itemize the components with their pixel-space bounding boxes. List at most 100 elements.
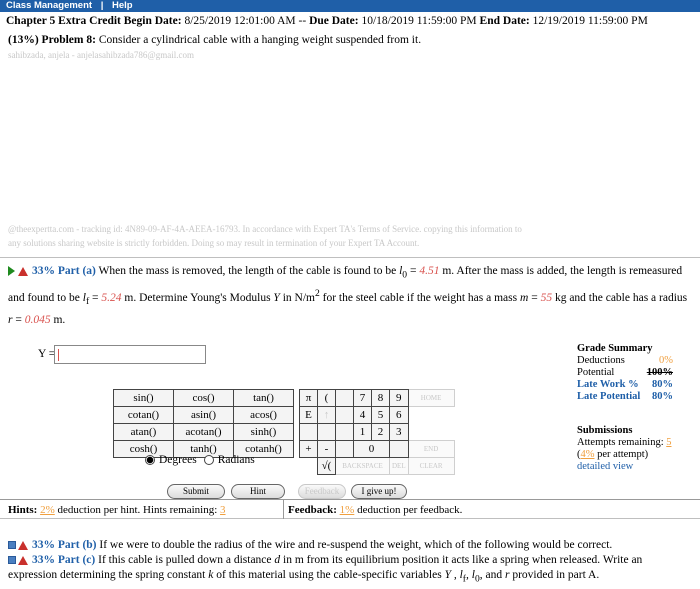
feedback-info: Feedback: 1% deduction per feedback. (288, 504, 462, 516)
top-menu-bar: Class Management | Help (0, 0, 700, 12)
key-5[interactable]: 5 (371, 406, 390, 424)
key-open-paren[interactable]: ( (317, 389, 336, 407)
grade-summary: Grade Summary Deductions 0% Potential 100%… (577, 343, 673, 473)
late-potential-label: Late Potential (577, 391, 641, 402)
answer-input[interactable] (54, 345, 206, 364)
key-pi[interactable]: π (299, 389, 318, 407)
key-3[interactable]: 3 (389, 423, 409, 441)
feedback-label: Feedback: (288, 504, 337, 516)
key-e[interactable]: E (299, 406, 318, 424)
l0-subscript: 0 (402, 269, 408, 281)
key-sin[interactable]: sin() (113, 389, 174, 407)
key-blank-6[interactable] (335, 440, 354, 458)
key-blank-5[interactable] (335, 423, 354, 441)
due-date: 10/18/2019 11:59:00 PM (361, 15, 477, 27)
key-blank-4[interactable] (317, 423, 336, 441)
key-1[interactable]: 1 (353, 423, 372, 441)
key-acotan[interactable]: acotan() (173, 423, 234, 441)
part-a-text-5: for the steel cable if the weight has a … (319, 292, 520, 305)
text-caret (58, 349, 59, 361)
warning-icon (18, 540, 28, 550)
hints-text: deduction per hint. Hints remaining: (54, 504, 221, 516)
key-sinh[interactable]: sinh() (233, 423, 294, 441)
part-a-text-7: m. (50, 314, 66, 327)
per-attempt-label: per attempt) (597, 449, 649, 460)
late-potential-value: 80% (652, 391, 673, 402)
key-end[interactable]: END (407, 440, 455, 458)
key-clear[interactable]: CLEAR (407, 457, 455, 475)
key-asin[interactable]: asin() (173, 406, 234, 424)
r-symbol: r (8, 314, 13, 327)
deductions-value: 0% (659, 355, 673, 366)
hints-remaining: 3 (220, 504, 226, 516)
part-c-row[interactable]: 33% Part (c) If this cable is pulled dow… (8, 553, 693, 586)
potential-value: 100% (646, 367, 673, 378)
key-blank-7[interactable] (389, 440, 409, 458)
key-6[interactable]: 6 (389, 406, 409, 424)
part-c-text-3: of this material using the cable-specifi… (213, 569, 445, 581)
key-blank-2[interactable] (335, 406, 354, 424)
begin-label: Begin Date: (123, 15, 182, 27)
key-minus[interactable]: - (317, 440, 336, 458)
key-2[interactable]: 2 (371, 423, 390, 441)
feedback-pct: 1% (339, 504, 355, 516)
degrees-radio[interactable] (145, 455, 155, 465)
hints-label: Hints: (8, 504, 38, 516)
lf-subscript: f (85, 296, 90, 308)
date-separator: -- (298, 15, 307, 27)
menu-help[interactable]: Help (112, 0, 133, 11)
part-a-text-1: When the mass is removed, the length of … (98, 265, 400, 277)
key-cos[interactable]: cos() (173, 389, 234, 407)
give-up-button[interactable]: I give up! (351, 484, 407, 499)
problem-text: Consider a cylindrical cable with a hang… (98, 34, 422, 46)
tracking-line-2: any solutions sharing website is strictl… (8, 238, 420, 248)
key-4[interactable]: 4 (353, 406, 372, 424)
part-a-percent: 33% (32, 265, 55, 277)
problem-label: Problem 8: (41, 34, 96, 46)
end-date: 12/19/2019 11:59:00 PM (532, 15, 648, 27)
key-home[interactable]: HOME (407, 389, 455, 407)
begin-date: 8/25/2019 12:01:00 AM (184, 15, 296, 27)
key-tan[interactable]: tan() (233, 389, 294, 407)
key-cotan[interactable]: cotan() (113, 406, 174, 424)
key-0[interactable]: 0 (353, 440, 390, 458)
lf-value: 5.24 (101, 292, 122, 305)
key-del[interactable]: DEL (389, 457, 409, 475)
feedback-button[interactable]: Feedback (298, 484, 346, 499)
vars-1: Y , l (444, 569, 463, 581)
key-acos[interactable]: acos() (233, 406, 294, 424)
mass-value: 55 (540, 292, 553, 305)
due-label: Due Date: (309, 15, 359, 27)
tracking-notice: @theexpertta.com - tracking id: 4N89-09-… (8, 222, 688, 250)
key-backspace[interactable]: BACKSPACE (335, 457, 390, 475)
key-blank-1[interactable] (335, 389, 354, 407)
key-9[interactable]: 9 (389, 389, 409, 407)
part-c-label: Part (c) (57, 554, 96, 566)
part-icon (8, 541, 16, 550)
key-7[interactable]: 7 (353, 389, 372, 407)
assignment-header: Chapter 5 Extra Credit Begin Date: 8/25/… (6, 15, 648, 27)
key-sqrt[interactable]: √( (317, 457, 336, 475)
menu-class-management[interactable]: Class Management (6, 0, 92, 11)
part-a-text-3: m. Determine Young's Modulus (121, 292, 274, 305)
part-icon (8, 556, 16, 565)
key-atan[interactable]: atan() (113, 423, 174, 441)
potential-label: Potential (577, 367, 615, 378)
hint-button[interactable]: Hint (231, 484, 285, 499)
part-a-text-6: kg and the cable has a radius (552, 292, 688, 305)
hints-feedback-divider (283, 499, 284, 519)
parts-b-c: 33% Part (b) If we were to double the ra… (8, 538, 693, 586)
key-plus[interactable]: + (299, 440, 318, 458)
radius-value: 0.045 (24, 314, 51, 327)
detailed-view-link[interactable]: detailed view (577, 461, 673, 473)
radians-radio[interactable] (203, 455, 214, 465)
part-b-row[interactable]: 33% Part (b) If we were to double the ra… (8, 538, 693, 553)
key-up-arrow[interactable]: ↑ (317, 406, 336, 424)
key-blank-3[interactable] (299, 423, 318, 441)
hints-pct: 2% (40, 504, 55, 516)
submit-button[interactable]: Submit (167, 484, 225, 499)
expand-arrow-icon[interactable] (8, 266, 15, 277)
l0-value: 4.51 (419, 265, 440, 277)
m-symbol: m (520, 292, 529, 305)
key-8[interactable]: 8 (371, 389, 390, 407)
